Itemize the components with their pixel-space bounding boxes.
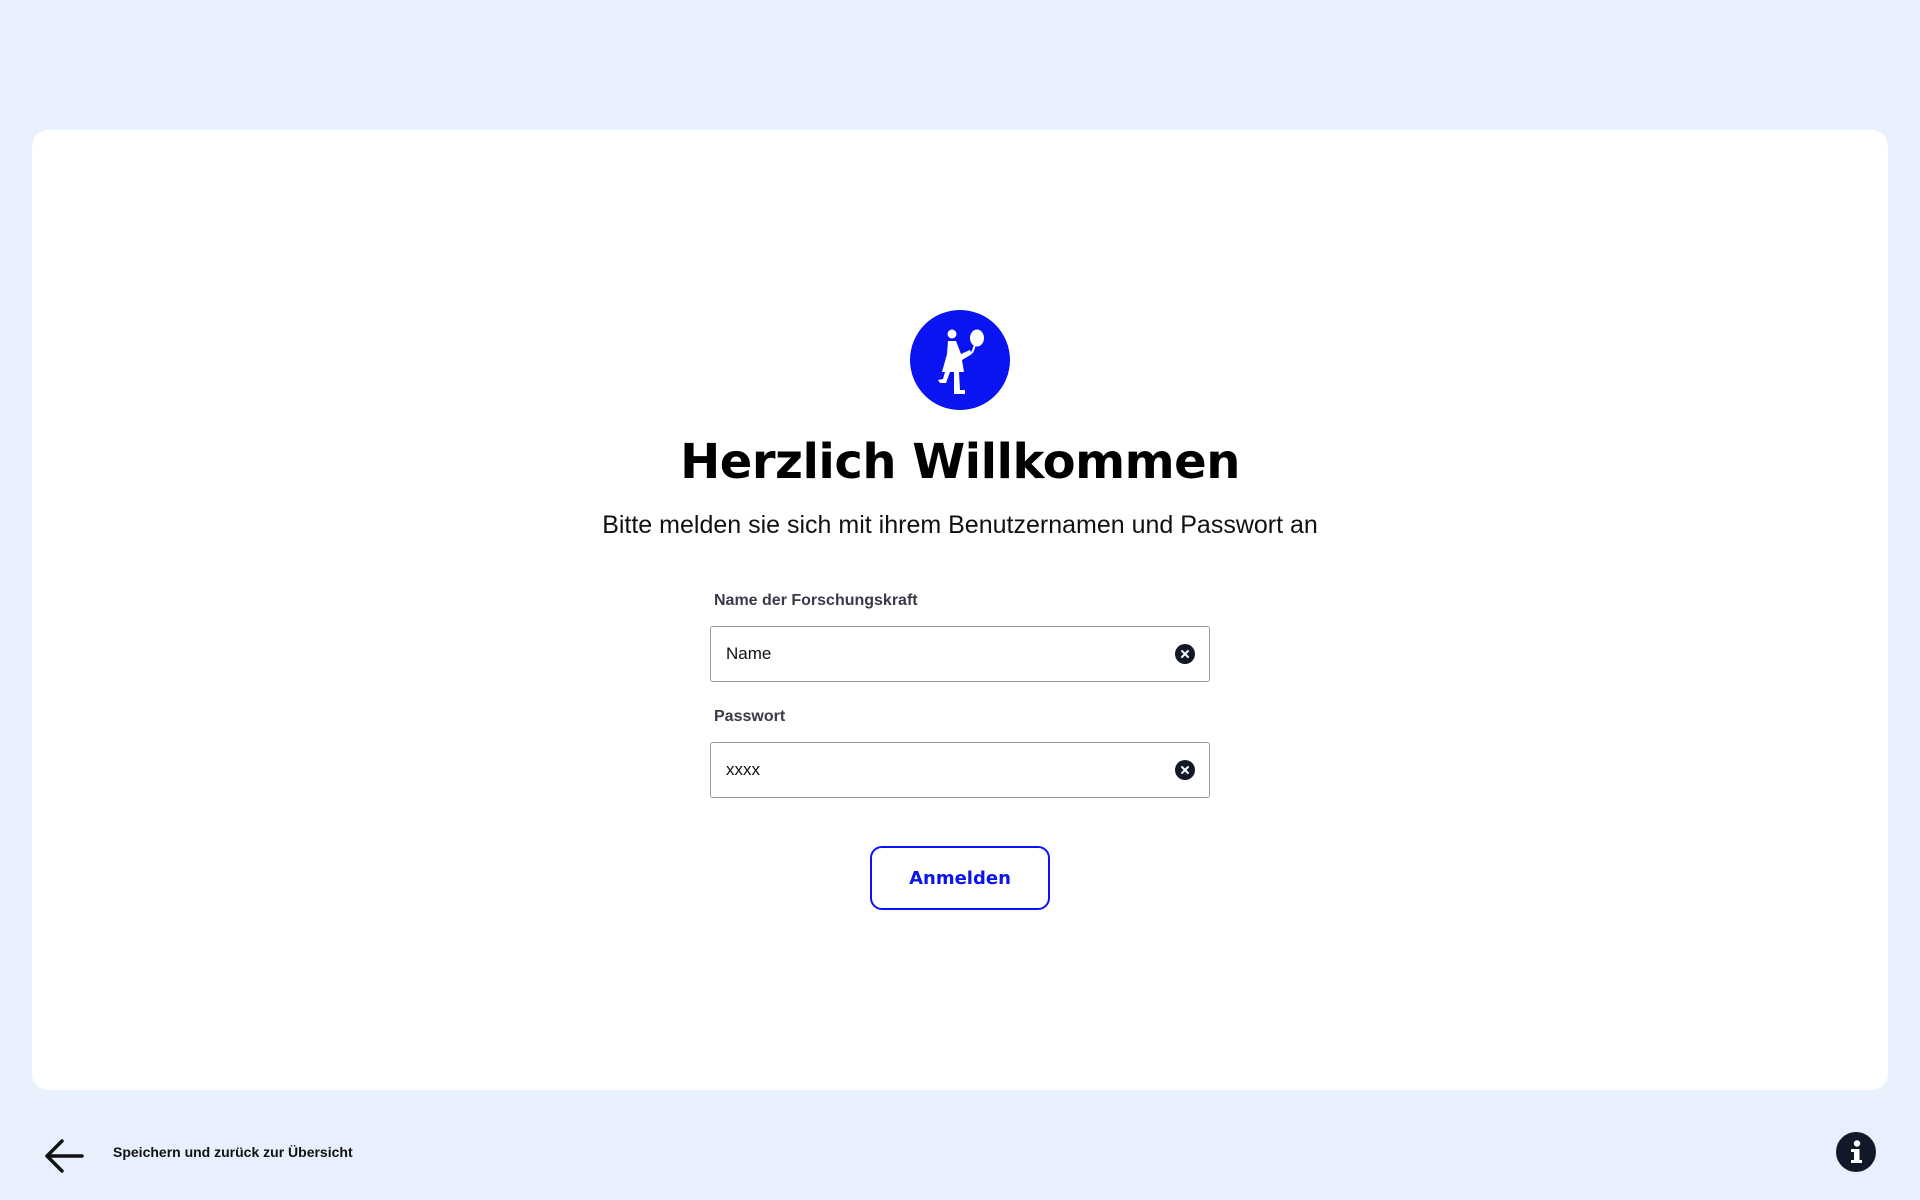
clear-circle-icon[interactable] xyxy=(1175,644,1195,664)
password-field-label: Passwort xyxy=(714,708,786,725)
clear-circle-icon[interactable] xyxy=(1175,760,1195,780)
child-with-balloon-icon xyxy=(910,310,1010,410)
password-field[interactable] xyxy=(710,742,1210,798)
password-input[interactable] xyxy=(726,760,1175,780)
back-link[interactable]: Speichern und zurück zur Übersicht xyxy=(113,1144,353,1160)
info-icon[interactable] xyxy=(1836,1132,1876,1172)
arrow-left-icon[interactable] xyxy=(42,1136,86,1176)
name-field-label: Name der Forschungskraft xyxy=(714,592,918,609)
login-card xyxy=(32,130,1888,1090)
login-button[interactable]: Anmelden xyxy=(870,846,1050,910)
page-title: Herzlich Willkommen xyxy=(680,434,1240,490)
page-subtitle: Bitte melden sie sich mit ihrem Benutzer… xyxy=(602,511,1318,539)
name-input[interactable] xyxy=(726,644,1175,664)
name-field[interactable] xyxy=(710,626,1210,682)
